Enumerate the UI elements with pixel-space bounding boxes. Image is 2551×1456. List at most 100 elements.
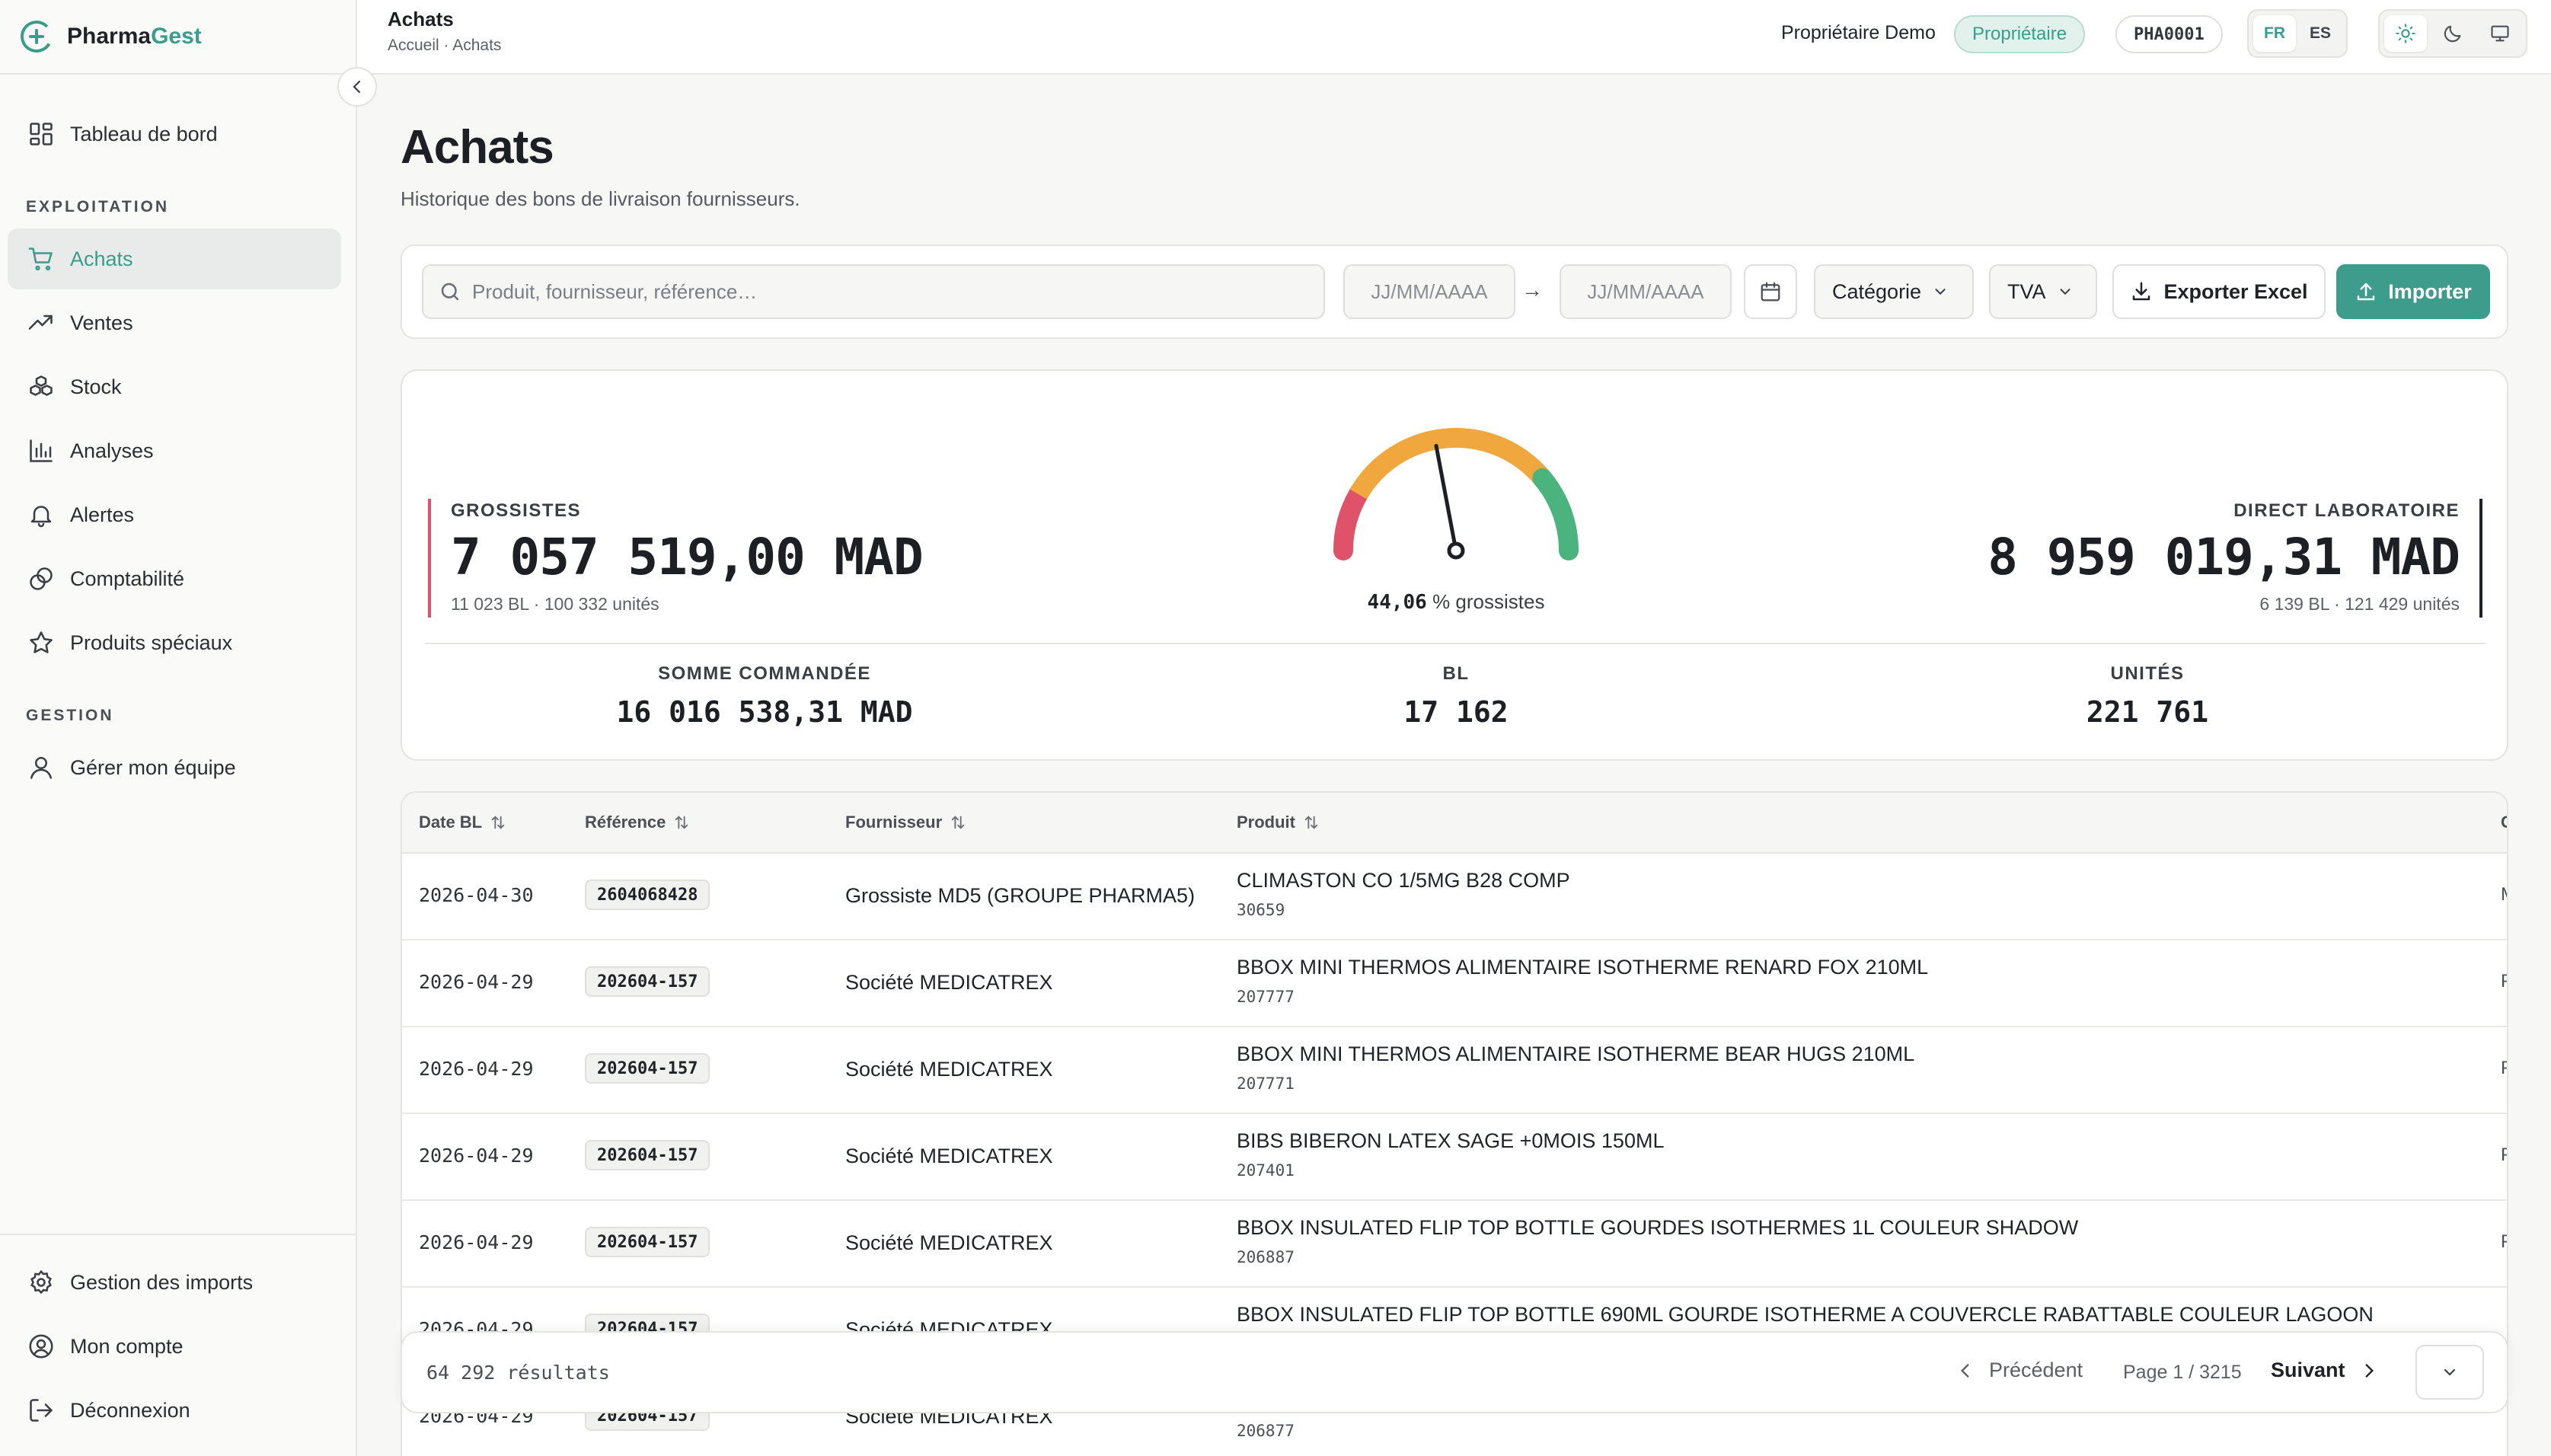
language-switcher: FR ES	[2247, 9, 2348, 58]
calendar-button[interactable]	[1744, 264, 1797, 319]
theme-switcher	[2378, 9, 2527, 58]
cell-product-name: BBOX MINI THERMOS ALIMENTAIRE ISOTHERME …	[1237, 1043, 1915, 1065]
category-select-label: Catégorie	[1832, 279, 1922, 303]
previous-page-button[interactable]: Précédent	[1956, 1359, 2083, 1382]
table-row[interactable]: 2026-04-29 202604-157 Société MEDICATREX BB…	[402, 940, 2507, 1027]
gear-icon	[30, 1269, 52, 1295]
sort-icon	[675, 816, 688, 829]
import-button-label: Importer	[2388, 279, 2472, 303]
nav-item-equipe[interactable]: Gérer mon équipe	[8, 737, 341, 798]
sun-icon	[2396, 24, 2415, 43]
table-row[interactable]: 2026-04-29 202604-157 Société MEDICATREX BB…	[402, 1201, 2507, 1288]
total-ordered-stat: SOMME COMMANDÉE 16 016 538,31 MAD	[536, 663, 993, 729]
table-row[interactable]: 2026-04-29 202604-157 Société MEDICATREX BB…	[402, 1027, 2507, 1114]
sort-icon	[1304, 816, 1318, 829]
search-field[interactable]	[422, 264, 1325, 319]
table-header: Date BL Référence Fournisseur Produit C	[402, 793, 2507, 854]
column-header-product[interactable]: Produit	[1237, 813, 1320, 832]
export-excel-button[interactable]: Exporter Excel	[2112, 264, 2326, 319]
stats-divider	[425, 643, 2486, 644]
grossistes-share-gauge	[1333, 427, 1579, 560]
cell-supplier: Société MEDICATREX	[845, 1231, 1053, 1254]
page-size-select[interactable]	[2415, 1345, 2484, 1400]
column-header-reference[interactable]: Référence	[585, 813, 690, 832]
nav-item-analyses[interactable]: Analyses	[8, 420, 341, 481]
cell-truncated: P	[2501, 1231, 2507, 1253]
nav-item-achats[interactable]: Achats	[8, 228, 341, 289]
nav-item-deconnexion[interactable]: Déconnexion	[8, 1380, 341, 1441]
column-header-date[interactable]: Date BL	[419, 813, 506, 832]
units-stat: UNITÉS 221 761	[1919, 663, 2376, 729]
direct-labo-label: DIRECT LABORATOIRE	[2233, 500, 2460, 521]
category-select[interactable]: Catégorie	[1814, 264, 1974, 319]
grossistes-value: 7 057 519,00 MAD	[451, 528, 924, 586]
chevron-left-icon	[1960, 1363, 1969, 1378]
total-ordered-value: 16 016 538,31 MAD	[616, 695, 913, 729]
grossistes-meta: 11 023 BL · 100 332 unités	[451, 594, 659, 614]
nav-item-ventes[interactable]: Ventes	[8, 292, 341, 353]
arrow-right-icon: →	[1521, 278, 1543, 302]
logout-icon	[30, 1399, 53, 1422]
date-to-input[interactable]: JJ/MM/AAAA	[1560, 264, 1732, 319]
nav-item-produits-speciaux[interactable]: Produits spéciaux	[8, 612, 341, 673]
bar-chart-icon	[30, 439, 53, 462]
sidebar-collapse-button[interactable]	[337, 67, 377, 107]
cell-reference-badge: 202604-157	[585, 1227, 710, 1257]
lang-fr-button[interactable]: FR	[2253, 15, 2296, 52]
page-indicator: Page 1 / 3215	[2123, 1362, 2242, 1383]
page-title: Achats	[401, 121, 554, 174]
nav-item-label: Tableau de bord	[70, 122, 218, 145]
gauge-arc-low	[1333, 484, 1368, 560]
nav-item-label: Comptabilité	[70, 567, 185, 590]
nav-item-mon-compte[interactable]: Mon compte	[8, 1316, 341, 1377]
nav-item-label: Déconnexion	[70, 1398, 190, 1422]
system-theme-button[interactable]	[2479, 15, 2521, 52]
pagination-bar: 64 292 résultats Précédent Page 1 / 3215…	[401, 1331, 2508, 1413]
tva-select[interactable]: TVA	[1989, 264, 2097, 319]
cell-supplier: Société MEDICATREX	[845, 1145, 1053, 1167]
cell-truncated: M	[2501, 884, 2507, 905]
units-value: 221 761	[2086, 695, 2209, 729]
gauge-percent: 44,06	[1367, 591, 1427, 614]
search-input[interactable]	[472, 279, 1310, 304]
nav-item-label: Stock	[70, 375, 122, 398]
dark-theme-button[interactable]	[2431, 15, 2474, 52]
table-row[interactable]: 2026-04-29 202604-157 Société MEDICATREX BI…	[402, 1114, 2507, 1201]
cart-icon	[28, 247, 53, 271]
breadcrumb[interactable]: Accueil · Achats	[388, 37, 501, 55]
nav-item-label: Mon compte	[70, 1334, 184, 1358]
user-icon	[30, 756, 53, 779]
app-logo[interactable]: PharmaGest	[0, 0, 356, 75]
nav-item-comptabilite[interactable]: Comptabilité	[8, 548, 341, 609]
chevron-left-icon	[353, 80, 361, 94]
column-header-truncated[interactable]: C	[2501, 813, 2507, 832]
calendar-icon	[1761, 282, 1780, 302]
units-label: UNITÉS	[2110, 663, 2185, 684]
cell-product-name: BBOX MINI THERMOS ALIMENTAIRE ISOTHERME …	[1237, 956, 1929, 979]
lang-es-button[interactable]: ES	[2299, 15, 2342, 52]
bl-count-stat: BL 17 162	[1228, 663, 1684, 729]
direct-labo-meta: 6 139 BL · 121 429 unités	[2259, 594, 2460, 614]
nav-item-alertes[interactable]: Alertes	[8, 484, 341, 545]
next-page-button[interactable]: Suivant	[2271, 1359, 2379, 1382]
cell-supplier: Grossiste MD5 (GROUPE PHARMA5)	[845, 884, 1196, 907]
cell-reference-badge: 202604-157	[585, 1053, 710, 1084]
bl-count-value: 17 162	[1403, 695, 1509, 729]
nav-item-stock[interactable]: Stock	[8, 356, 341, 417]
header-title: Achats	[388, 8, 454, 30]
pharmacy-code-badge: PHA0001	[2115, 15, 2223, 53]
import-button[interactable]: Importer	[2336, 264, 2490, 319]
light-theme-button[interactable]	[2384, 15, 2427, 52]
cell-truncated: P	[2501, 1145, 2507, 1166]
cell-date-bl: 2026-04-29	[419, 1058, 534, 1080]
cell-product-code: 207777	[1237, 988, 1295, 1006]
nav-item-dashboard[interactable]: Tableau de bord	[8, 104, 341, 164]
nav-item-gestion-imports[interactable]: Gestion des imports	[8, 1252, 341, 1313]
nav-item-label: Gestion des imports	[70, 1270, 254, 1294]
nav-item-label: Gérer mon équipe	[70, 755, 236, 779]
dashboard-icon	[30, 123, 53, 145]
column-header-supplier[interactable]: Fournisseur	[845, 813, 966, 832]
app-name: PharmaGest	[67, 24, 202, 49]
table-row[interactable]: 2026-04-30 2604068428 Grossiste MD5 (GROUP…	[402, 854, 2507, 940]
date-from-input[interactable]: JJ/MM/AAAA	[1343, 264, 1515, 319]
